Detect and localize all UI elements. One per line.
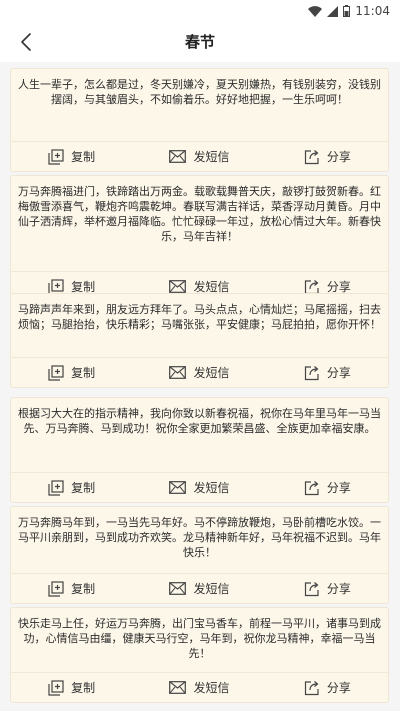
- greeting-list[interactable]: 人生一辈子，怎么都是过，冬天别嫌冷，夏天别嫌热，有钱别装穷，没钱别摆阔，与其皱眉…: [0, 62, 400, 711]
- greeting-card: 根据习大大在的指示精神，我向你致以新春祝福，祝你在马年里马年一马当先、万马奔腾、…: [10, 397, 389, 503]
- card-actions: 复制 发短信 分享: [11, 472, 388, 502]
- envelope-icon: [169, 150, 187, 163]
- sms-label: 发短信: [193, 582, 230, 596]
- greeting-text: 快乐走马上任，好运万马奔腾，出门宝马香车，前程一马平川，诸事马到成功，心情信马由…: [18, 617, 381, 660]
- greeting-card: 万马奔腾马年到，一马当先马年好。马不停蹄放鞭炮，马卧前槽吃水饺。一马平川亲朋到，…: [10, 506, 389, 604]
- copy-icon: [48, 479, 64, 496]
- copy-icon: [48, 148, 64, 165]
- sms-label: 发短信: [193, 366, 230, 380]
- app-bar: 春节: [0, 22, 400, 62]
- copy-icon: [48, 580, 64, 597]
- envelope-icon: [169, 582, 187, 595]
- copy-icon: [48, 364, 64, 381]
- sms-button[interactable]: 发短信: [169, 364, 230, 381]
- share-label: 分享: [326, 582, 351, 596]
- greeting-card: 马蹄声声年来到，朋友远方拜年了。马头点点，心情灿烂；马尾摇摇，扫去烦恼；马腿抬抬…: [10, 293, 389, 388]
- copy-label: 复制: [71, 582, 96, 596]
- envelope-icon: [169, 481, 187, 494]
- envelope-icon: [169, 280, 187, 293]
- share-icon: [304, 149, 319, 164]
- copy-button[interactable]: 复制: [48, 148, 95, 165]
- greeting-text: 根据习大大在的指示精神，我向你致以新春祝福，祝你在马年里马年一马当先、万马奔腾、…: [18, 407, 381, 435]
- cellular-signal-icon: [327, 5, 339, 17]
- share-button[interactable]: 分享: [304, 479, 351, 496]
- share-label: 分享: [326, 366, 351, 380]
- copy-button[interactable]: 复制: [48, 479, 95, 496]
- wifi-icon: [308, 5, 323, 17]
- greeting-text: 万马奔腾马年到，一马当先马年好。马不停蹄放鞭炮，马卧前槽吃水饺。一马平川亲朋到，…: [18, 516, 381, 559]
- back-button[interactable]: [10, 26, 42, 58]
- share-icon: [304, 480, 319, 495]
- copy-label: 复制: [71, 366, 96, 380]
- copy-button[interactable]: 复制: [48, 364, 95, 381]
- sms-button[interactable]: 发短信: [169, 679, 230, 696]
- copy-label: 复制: [71, 481, 96, 495]
- page-title: 春节: [184, 33, 215, 51]
- sms-button[interactable]: 发短信: [169, 479, 230, 496]
- sms-button[interactable]: 发短信: [169, 148, 230, 165]
- copy-button[interactable]: 复制: [48, 580, 95, 597]
- card-actions: 复制 发短信 分享: [11, 141, 388, 171]
- back-arrow-icon: [21, 33, 31, 51]
- share-label: 分享: [326, 150, 351, 164]
- share-button[interactable]: 分享: [304, 148, 351, 165]
- copy-label: 复制: [71, 150, 96, 164]
- status-icons: 11:04: [308, 3, 390, 19]
- status-bar: 11:04: [0, 0, 400, 22]
- envelope-icon: [169, 681, 187, 694]
- share-icon: [304, 581, 319, 596]
- greeting-card: 人生一辈子，怎么都是过，冬天别嫌冷，夏天别嫌热，有钱别装穷，没钱别摆阔，与其皱眉…: [10, 68, 389, 172]
- greeting-card: 快乐走马上任，好运万马奔腾，出门宝马香车，前程一马平川，诸事马到成功，心情信马由…: [10, 607, 389, 703]
- copy-label: 复制: [71, 681, 96, 695]
- card-actions: 复制 发短信 分享: [11, 357, 388, 387]
- sms-label: 发短信: [193, 150, 230, 164]
- greeting-card: 万马奔腾福进门，铁蹄踏出万两金。载歌载舞普天庆，敲锣打鼓贺新春。红梅傲雪添喜气，…: [10, 175, 389, 302]
- share-button[interactable]: 分享: [304, 364, 351, 381]
- copy-button[interactable]: 复制: [48, 679, 95, 696]
- share-button[interactable]: 分享: [304, 679, 351, 696]
- sms-button[interactable]: 发短信: [169, 580, 230, 597]
- share-icon: [304, 680, 319, 695]
- battery-icon: [343, 5, 351, 17]
- share-label: 分享: [326, 681, 351, 695]
- share-icon: [304, 365, 319, 380]
- sms-label: 发短信: [193, 481, 230, 495]
- greeting-text: 万马奔腾福进门，铁蹄踏出万两金。载歌载舞普天庆，敲锣打鼓贺新春。红梅傲雪添喜气，…: [18, 185, 381, 243]
- copy-icon: [48, 679, 64, 696]
- greeting-text: 人生一辈子，怎么都是过，冬天别嫌冷，夏天别嫌热，有钱别装穷，没钱别摆阔，与其皱眉…: [18, 78, 381, 106]
- share-label: 分享: [326, 481, 351, 495]
- status-time: 11:04: [355, 4, 390, 18]
- envelope-icon: [169, 366, 187, 379]
- sms-label: 发短信: [193, 681, 230, 695]
- share-button[interactable]: 分享: [304, 580, 351, 597]
- greeting-text: 马蹄声声年来到，朋友远方拜年了。马头点点，心情灿烂；马尾摇摇，扫去烦恼；马腿抬抬…: [18, 303, 381, 331]
- card-actions: 复制 发短信 分享: [11, 672, 388, 702]
- card-actions: 复制 发短信 分享: [11, 573, 388, 603]
